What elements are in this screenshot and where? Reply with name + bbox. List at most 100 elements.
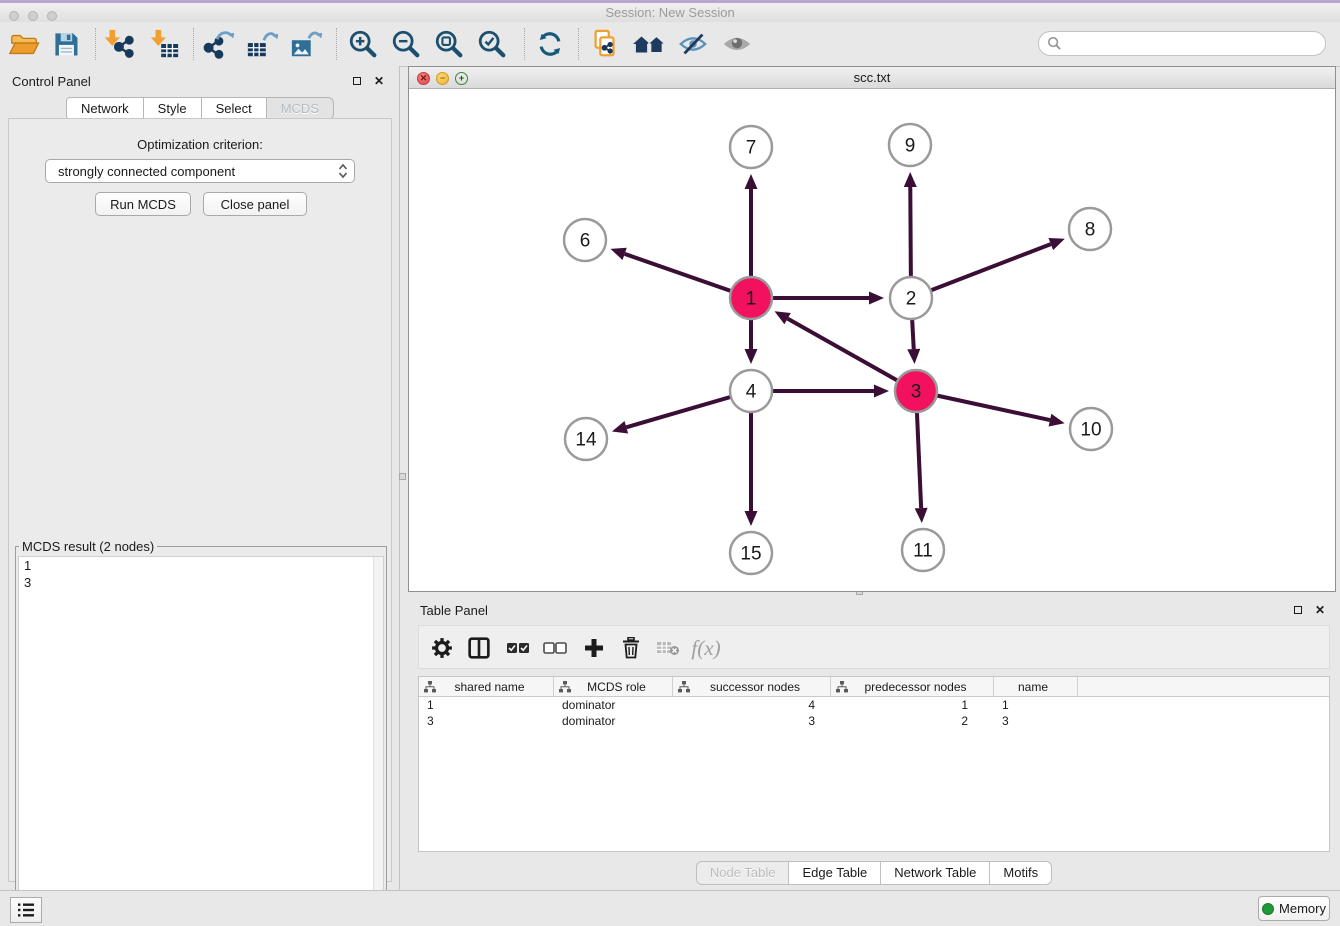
export-table-button[interactable]	[244, 27, 280, 61]
graph-edge-arrowhead	[745, 349, 758, 364]
delete-table-icon	[656, 639, 680, 657]
tab-select[interactable]: Select	[202, 97, 267, 120]
node-table: shared name MCDS role successor nodes pr…	[418, 676, 1330, 852]
graph-edge-arrowhead	[874, 385, 889, 398]
delete-column-button[interactable]	[616, 633, 646, 663]
close-panel-button[interactable]: Close panel	[203, 192, 307, 216]
mcds-panel: Optimization criterion: strongly connect…	[8, 118, 392, 882]
tab-network[interactable]: Network	[66, 97, 144, 120]
criterion-dropdown[interactable]: strongly connected component	[45, 159, 355, 183]
tab-style[interactable]: Style	[144, 97, 202, 120]
export-network-button[interactable]	[200, 27, 236, 61]
eye-slash-icon	[677, 28, 709, 60]
graph-edge-arrowhead	[915, 508, 928, 523]
float-panel-icon[interactable]	[1290, 602, 1306, 618]
frame-maximize-button[interactable]: +	[455, 72, 468, 85]
save-icon	[51, 29, 81, 59]
frame-minimize-button[interactable]: −	[436, 72, 449, 85]
table-cell: 1	[419, 698, 554, 712]
table-rows: 1dominator4113dominator323	[419, 697, 1329, 729]
gear-icon	[431, 637, 453, 659]
control-panel-title: Control Panel	[12, 74, 91, 89]
apply-layout-button[interactable]	[532, 27, 568, 61]
graph-node-label: 14	[575, 430, 597, 451]
eye-icon	[721, 28, 753, 60]
float-panel-icon[interactable]	[349, 73, 365, 89]
window-minimize-button[interactable]	[28, 11, 38, 21]
column-header-label: name	[999, 680, 1077, 694]
close-panel-icon[interactable]: ✕	[1312, 602, 1328, 618]
window-close-button[interactable]	[9, 11, 19, 21]
duplicate-network-button[interactable]	[587, 27, 623, 61]
copy-network-icon	[589, 28, 621, 60]
delete-table-button[interactable]	[653, 633, 683, 663]
import-network-button[interactable]	[100, 27, 136, 61]
frame-close-button[interactable]: ✕	[417, 72, 430, 85]
column-header-mcds-role[interactable]: MCDS role	[554, 677, 673, 696]
graph-node-label: 2	[906, 289, 917, 310]
memory-status-dot	[1262, 903, 1274, 915]
search-input[interactable]	[1067, 35, 1317, 52]
zoom-selected-button[interactable]	[474, 27, 510, 61]
table-cell: 3	[994, 714, 1078, 728]
network-canvas[interactable]: 7968124314101511	[409, 89, 1335, 591]
add-column-button[interactable]	[579, 633, 609, 663]
control-panel: Control Panel ✕ Network Style Select MCD…	[0, 66, 400, 890]
task-history-button[interactable]	[10, 897, 42, 923]
optimization-criterion-label: Optimization criterion:	[9, 137, 391, 152]
mcds-result-box: MCDS result (2 nodes) 1 3	[15, 539, 387, 919]
hide-preview-button[interactable]	[675, 27, 711, 61]
window-zoom-button[interactable]	[47, 11, 57, 21]
export-image-button[interactable]	[288, 27, 324, 61]
open-folder-icon	[8, 28, 40, 60]
zoom-out-icon	[390, 28, 422, 60]
table-row[interactable]: 1dominator411	[419, 697, 1329, 713]
toolbar-separator	[524, 28, 525, 60]
table-cell: 1	[994, 698, 1078, 712]
close-panel-icon[interactable]: ✕	[371, 73, 387, 89]
zoom-fit-button[interactable]	[431, 27, 467, 61]
memory-button[interactable]: Memory	[1258, 896, 1330, 921]
network-frame-titlebar[interactable]: ✕ − + scc.txt	[409, 67, 1335, 89]
show-columns-button[interactable]	[464, 633, 494, 663]
table-row[interactable]: 3dominator323	[419, 713, 1329, 729]
table-cell: 3	[419, 714, 554, 728]
zoom-in-button[interactable]	[345, 27, 381, 61]
import-table-button[interactable]	[146, 27, 182, 61]
home-view-button[interactable]	[631, 27, 667, 61]
graph-node-label: 8	[1085, 220, 1096, 241]
tab-mcds[interactable]: MCDS	[267, 97, 334, 120]
graph-node-label: 4	[746, 382, 757, 403]
main-toolbar	[0, 22, 1340, 67]
export-network-icon	[202, 28, 234, 60]
tab-motifs[interactable]: Motifs	[990, 861, 1052, 885]
table-cell: 3	[673, 714, 831, 728]
vertical-splitter-handle[interactable]	[399, 473, 406, 480]
tab-network-table[interactable]: Network Table	[881, 861, 990, 885]
graph-edge-2-8[interactable]	[911, 244, 1051, 298]
unselect-all-button[interactable]	[540, 633, 570, 663]
column-header-name[interactable]: name	[994, 677, 1078, 696]
graph-edge-arrowhead	[904, 172, 917, 187]
column-header-shared-name[interactable]: shared name	[419, 677, 554, 696]
run-mcds-button[interactable]: Run MCDS	[95, 192, 191, 216]
toolbar-separator	[95, 28, 96, 60]
search-field[interactable]	[1038, 31, 1326, 56]
save-session-button[interactable]	[48, 27, 84, 61]
open-session-button[interactable]	[6, 27, 42, 61]
zoom-out-button[interactable]	[388, 27, 424, 61]
result-scrollbar[interactable]	[373, 557, 383, 911]
mcds-result-list[interactable]: 1 3	[18, 556, 384, 912]
table-settings-button[interactable]	[427, 633, 457, 663]
show-preview-button[interactable]	[719, 27, 755, 61]
import-network-icon	[102, 28, 134, 60]
function-builder-button[interactable]: f(x)	[691, 633, 721, 663]
column-header-label: MCDS role	[571, 680, 672, 694]
zoom-fit-icon	[433, 28, 465, 60]
column-header-predecessor-nodes[interactable]: predecessor nodes	[831, 677, 994, 696]
column-header-successor-nodes[interactable]: successor nodes	[673, 677, 831, 696]
control-panel-tabs: Network Style Select MCDS	[0, 97, 400, 119]
tab-edge-table[interactable]: Edge Table	[789, 861, 881, 885]
tab-node-table[interactable]: Node Table	[696, 861, 790, 885]
select-all-button[interactable]	[503, 633, 533, 663]
